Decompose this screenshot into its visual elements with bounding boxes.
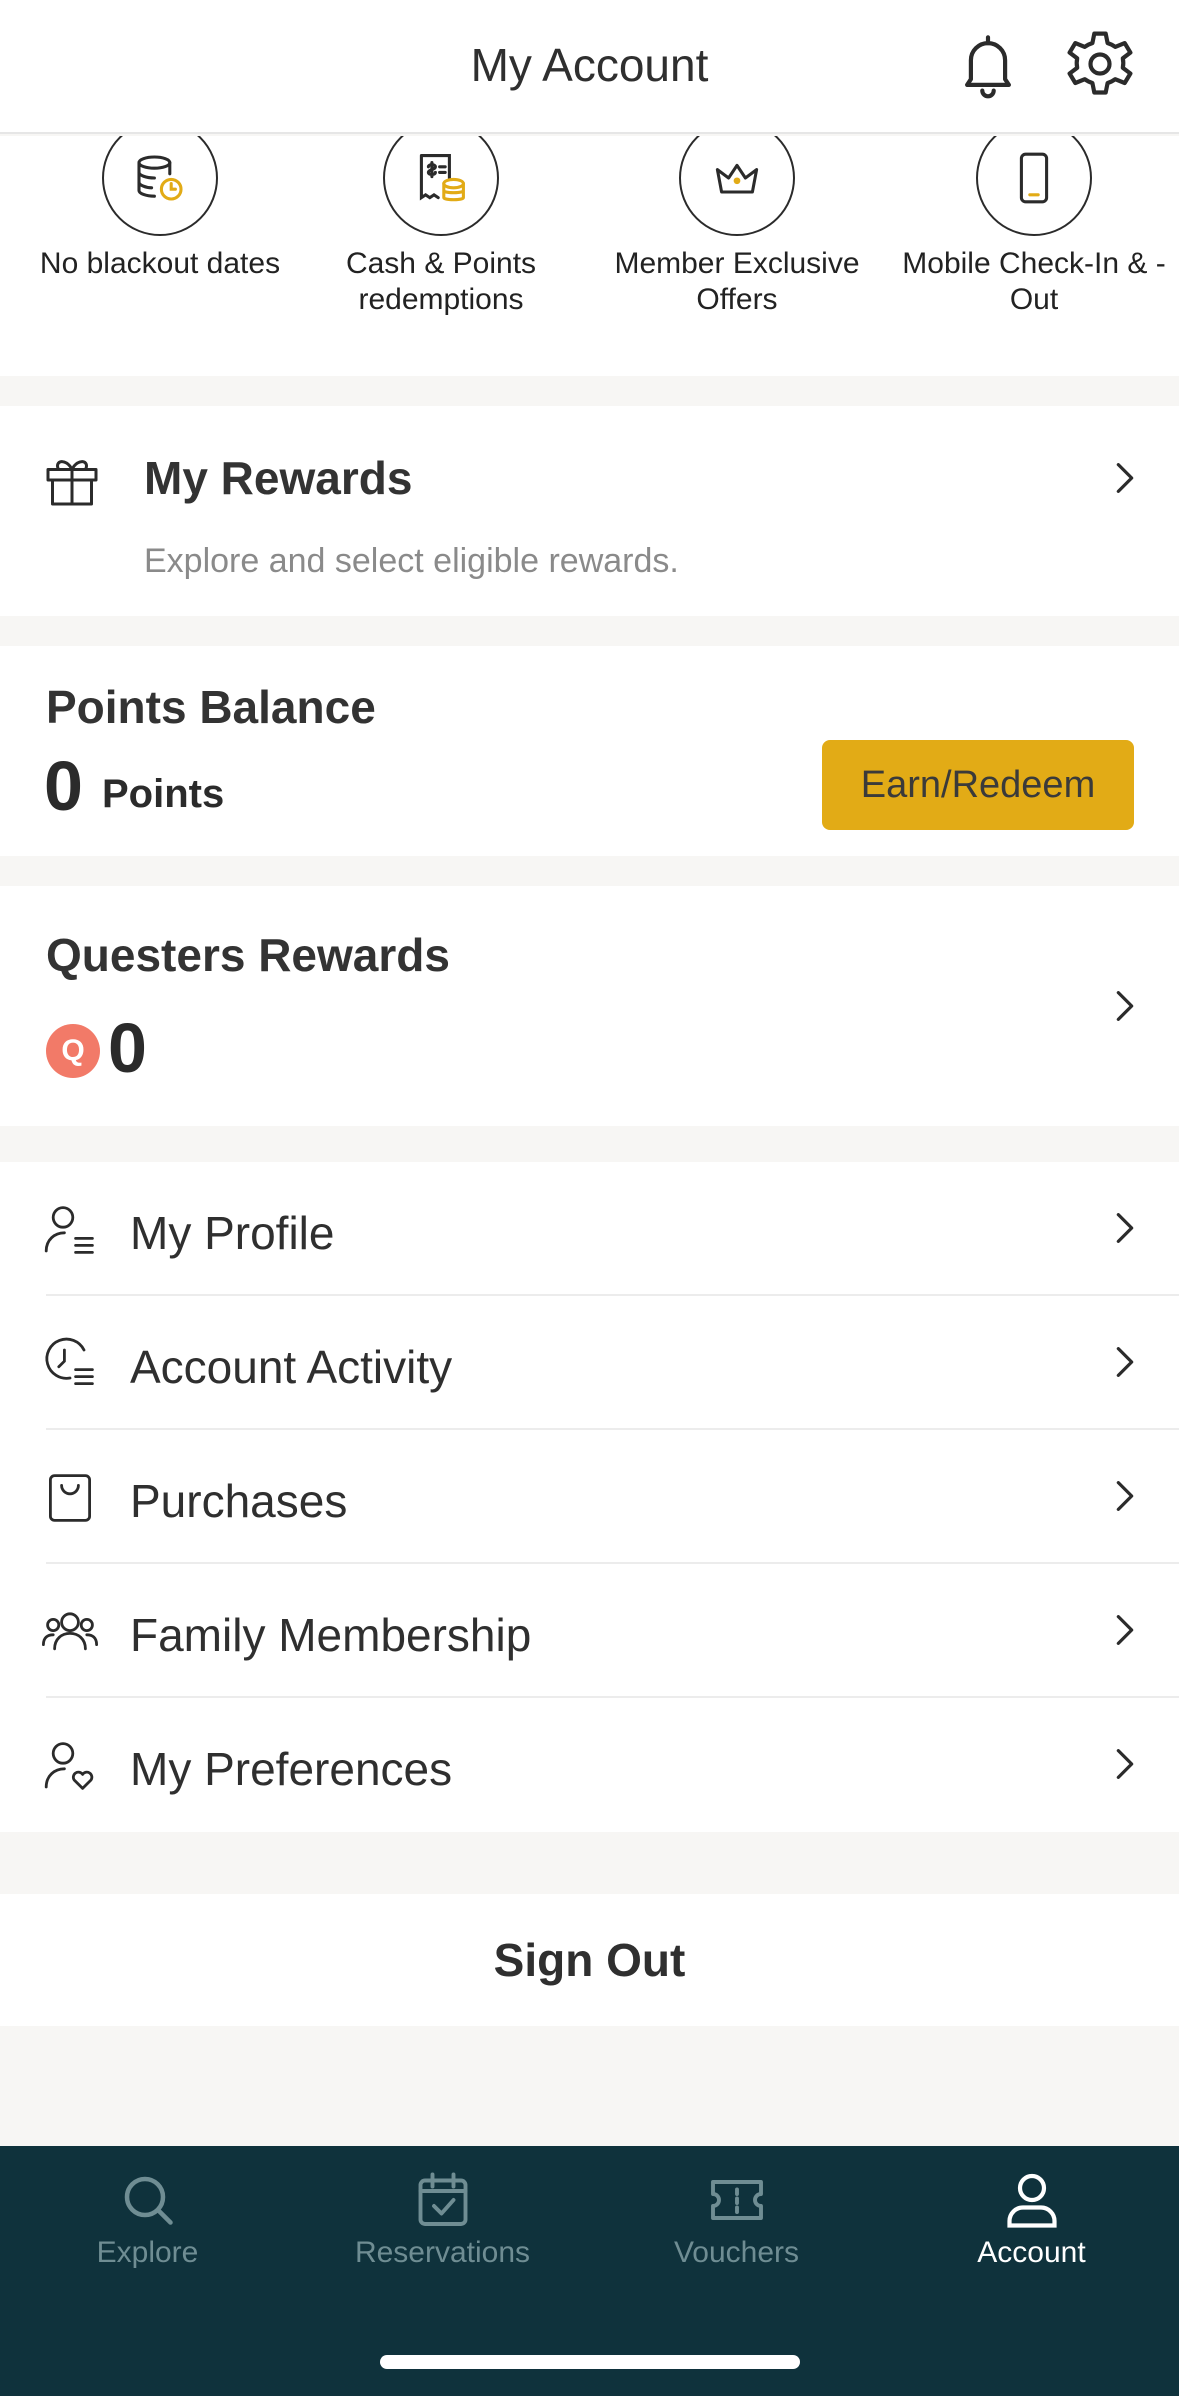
user-icon [1002,2170,1062,2230]
benefits-strip: No blackout dates Cash & Points redempti… [0,136,1179,376]
benefit-label: No blackout dates [39,247,281,280]
sign-out-button[interactable]: Sign Out [0,1894,1179,2026]
chevron-right-icon [1111,1744,1139,1784]
menu-item-purchases[interactable]: Purchases [0,1430,1179,1564]
mobile-phone-icon [976,136,1092,236]
earn-redeem-button[interactable]: Earn/Redeem [822,740,1134,830]
questers-rewards-card[interactable]: Questers Rewards Q 0 [0,886,1179,1126]
my-rewards-subtitle: Explore and select eligible rewards. [144,542,679,580]
tab-explore[interactable]: Explore [0,2170,295,2270]
chevron-right-icon [1111,1342,1139,1382]
tab-vouchers[interactable]: Vouchers [589,2170,884,2270]
search-icon [118,2170,178,2230]
shopping-bag-icon [42,1470,98,1526]
menu-label: My Preferences [130,1743,453,1795]
tab-label: Explore [96,2236,199,2269]
bell-icon[interactable] [950,26,1026,102]
menu-label: Family Membership [130,1609,532,1661]
points-value: 0 [44,747,83,825]
points-balance-title: Points Balance [46,681,376,733]
user-heart-icon [42,1738,98,1794]
questers-badge-icon: Q [46,1024,100,1078]
account-menu: My Profile Account Activity Purchases Fa… [0,1162,1179,1832]
menu-item-my-profile[interactable]: My Profile [0,1162,1179,1296]
chevron-right-icon [1111,1476,1139,1516]
benefit-label: Cash & Points redemptions [345,247,537,316]
tab-label: Account [977,2236,1086,2269]
database-refresh-icon [102,136,218,236]
calendar-check-icon [413,2170,473,2230]
tab-reservations[interactable]: Reservations [295,2170,590,2270]
menu-item-my-preferences[interactable]: My Preferences [0,1698,1179,1832]
chevron-right-icon [1111,1610,1139,1650]
tab-label: Reservations [354,2236,531,2269]
menu-label: Purchases [130,1475,348,1527]
tab-label: Vouchers [673,2236,800,2269]
gear-icon[interactable] [1062,26,1138,102]
questers-value: 0 [108,1009,147,1087]
group-icon [42,1604,98,1660]
menu-label: Account Activity [130,1341,453,1393]
chevron-right-icon [1111,458,1139,498]
menu-label: My Profile [130,1207,335,1259]
menu-item-family-membership[interactable]: Family Membership [0,1564,1179,1698]
my-rewards-title: My Rewards [144,452,413,504]
tab-account[interactable]: Account [884,2170,1179,2270]
chevron-right-icon [1111,1208,1139,1248]
chevron-right-icon [1111,986,1139,1026]
my-rewards-card[interactable]: My Rewards Explore and select eligible r… [0,406,1179,616]
menu-item-account-activity[interactable]: Account Activity [0,1296,1179,1430]
benefit-label: Member Exclusive Offers [614,247,860,316]
header-bar: My Account [0,0,1179,134]
benefit-label: Mobile Check-In & -Out [902,247,1166,316]
crown-icon [679,136,795,236]
gift-icon [42,450,102,510]
ticket-icon [707,2170,767,2230]
home-indicator [380,2355,800,2369]
receipt-coins-icon [383,136,499,236]
points-balance-card: Points Balance 0 Points Earn/Redeem [0,646,1179,856]
clock-list-icon [42,1336,98,1392]
profile-list-icon [42,1202,98,1258]
questers-title: Questers Rewards [46,929,450,981]
points-unit: Points [102,772,225,816]
